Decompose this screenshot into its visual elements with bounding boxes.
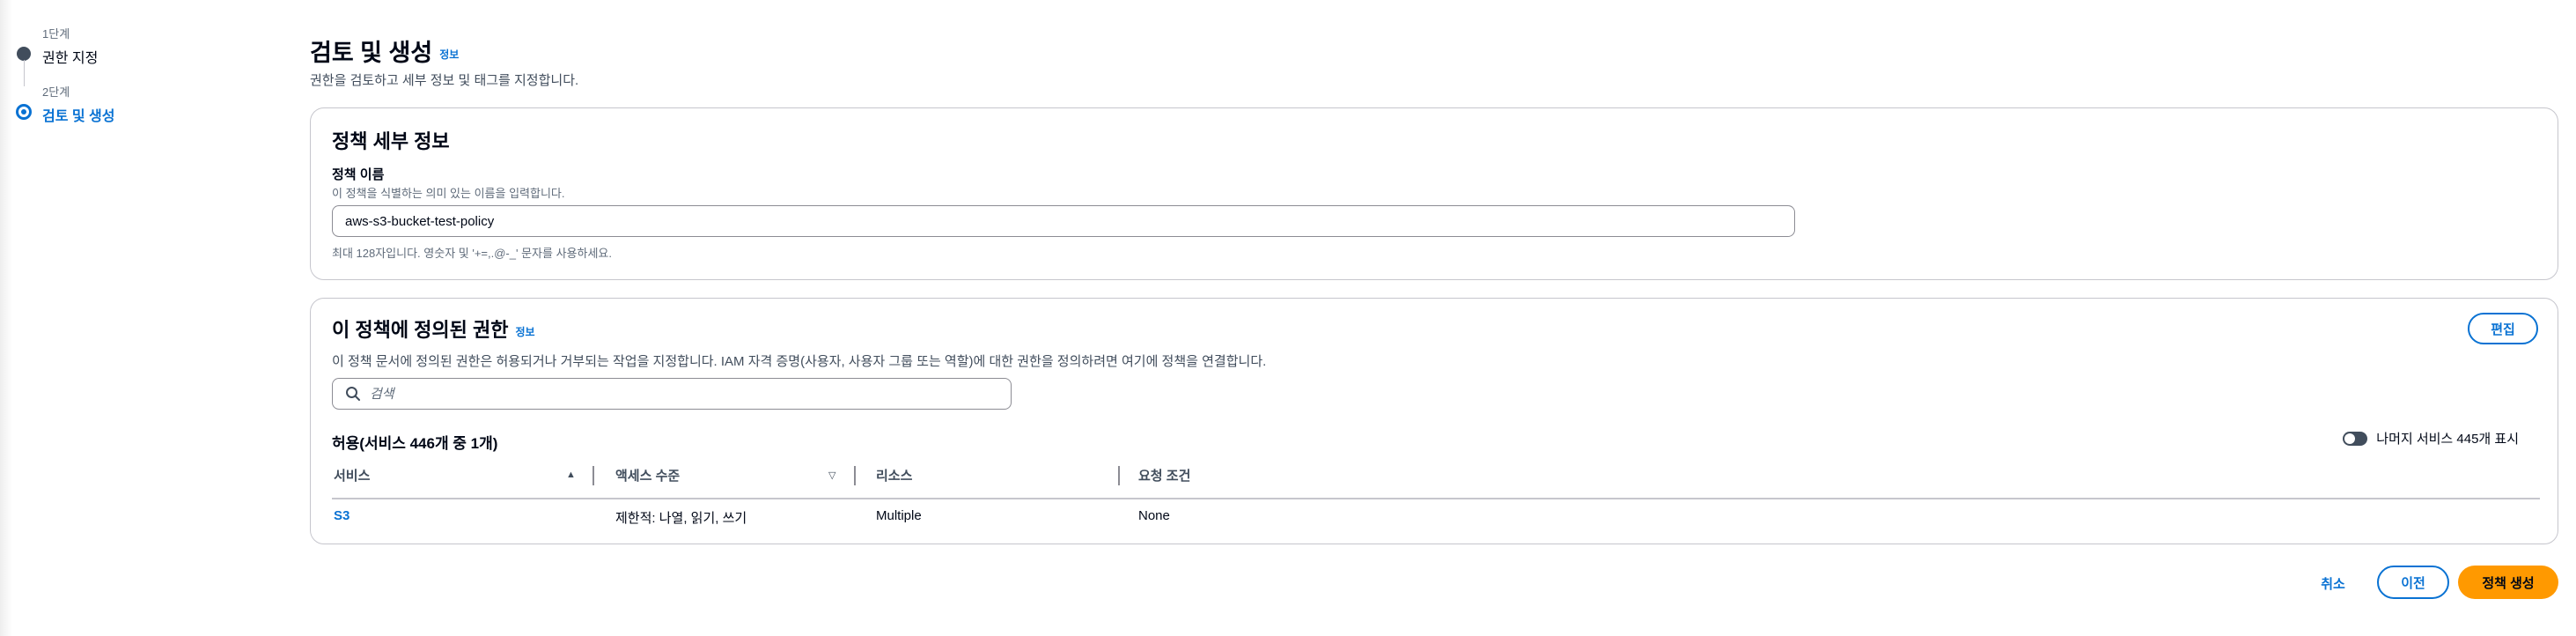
step-caption: 2단계	[42, 85, 70, 99]
cancel-button[interactable]: 취소	[2307, 567, 2359, 599]
show-remaining-toggle[interactable]: 나머지 서비스 445개 표시	[2343, 429, 2519, 447]
column-resizer[interactable]	[1118, 466, 1120, 485]
permissions-description: 이 정책 문서에 정의된 권한은 허용되거나 거부되는 작업을 지정합니다. I…	[332, 354, 1267, 369]
column-resizer[interactable]	[592, 466, 594, 485]
table-header-divider	[332, 498, 2540, 499]
policy-name-constraint: 최대 128자입니다. 영숫자 및 '+=,.@-_' 문자를 사용하세요.	[332, 247, 612, 260]
edit-button[interactable]: 편집	[2468, 313, 2538, 344]
policy-name-input[interactable]	[332, 205, 1795, 237]
column-header-resource[interactable]: 리소스	[876, 466, 912, 484]
step-current-icon	[16, 104, 32, 120]
toggle-switch[interactable]	[2343, 431, 2368, 446]
info-link[interactable]: 정보	[439, 48, 459, 61]
access-level-cell: 제한적: 나열, 읽기, 쓰기	[615, 511, 747, 526]
page-title-text: 검토 및 생성	[310, 40, 433, 66]
section-title: 이 정책에 정의된 권한 정보	[332, 314, 535, 343]
policy-details-container: 정책 세부 정보 정책 이름 이 정책을 식별하는 의미 있는 이름을 입력합니…	[310, 107, 2558, 280]
condition-cell: None	[1138, 508, 1170, 523]
sort-unsorted-icon[interactable]: ▽	[828, 470, 835, 481]
policy-name-label: 정책 이름	[332, 167, 385, 182]
column-resizer[interactable]	[854, 466, 856, 485]
step-title: 권한 지정	[42, 51, 99, 66]
step-title: 검토 및 생성	[42, 109, 115, 124]
page-title: 검토 및 생성 정보	[310, 33, 459, 68]
policy-name-description: 이 정책을 식별하는 의미 있는 이름을 입력합니다.	[332, 187, 565, 200]
column-header-access-level[interactable]: 액세스 수준	[615, 466, 680, 484]
search-field[interactable]	[332, 378, 1012, 410]
section-title-text: 이 정책에 정의된 권한	[332, 319, 509, 341]
column-header-condition[interactable]: 요청 조건	[1138, 466, 1190, 484]
left-panel-shade	[0, 0, 12, 636]
previous-button[interactable]: 이전	[2377, 566, 2449, 599]
table-title: 허용(서비스 446개 중 1개)	[332, 435, 498, 452]
step-caption: 1단계	[42, 27, 70, 41]
search-input[interactable]	[370, 386, 986, 402]
service-link-s3[interactable]: S3	[334, 508, 350, 523]
search-icon	[346, 387, 360, 401]
step-complete-icon	[17, 47, 31, 61]
permissions-container: 이 정책에 정의된 권한 정보 편집 이 정책 문서에 정의된 권한은 허용되거나…	[310, 298, 2558, 544]
toggle-label: 나머지 서비스 445개 표시	[2376, 432, 2519, 447]
column-header-service[interactable]: 서비스	[334, 466, 370, 484]
section-title: 정책 세부 정보	[332, 130, 450, 152]
step-connector	[24, 60, 25, 86]
sort-ascending-icon[interactable]: ▲	[566, 470, 576, 480]
info-link[interactable]: 정보	[516, 326, 535, 338]
create-policy-button[interactable]: 정책 생성	[2458, 566, 2558, 599]
page-description: 권한을 검토하고 세부 정보 및 태그를 지정합니다.	[310, 73, 579, 88]
resource-cell: Multiple	[876, 508, 922, 523]
